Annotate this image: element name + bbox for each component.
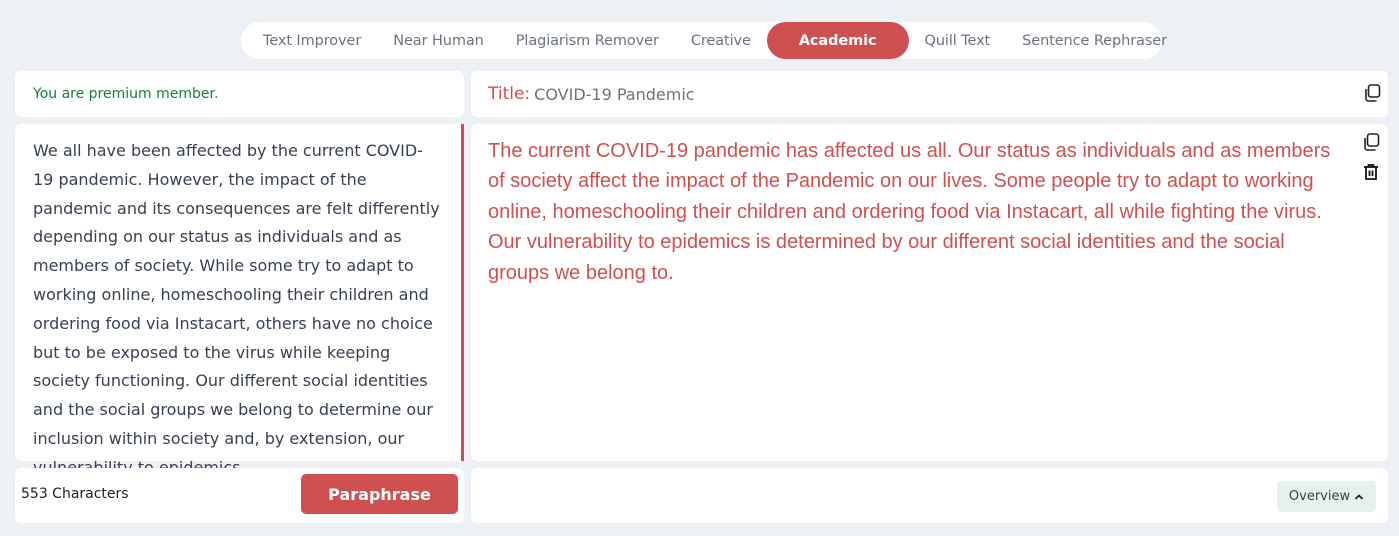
- overview-toggle-button[interactable]: Overview: [1277, 481, 1376, 512]
- output-text-area: The current COVID-19 pandemic has affect…: [471, 124, 1388, 461]
- copy-icon[interactable]: [1362, 83, 1382, 103]
- tab-academic[interactable]: Academic: [766, 22, 909, 59]
- tab-sentence-rephraser[interactable]: Sentence Rephraser: [1006, 22, 1183, 59]
- tab-creative[interactable]: Creative: [675, 22, 767, 59]
- premium-status-panel: You are premium member.: [15, 71, 464, 117]
- tab-near-human[interactable]: Near Human: [377, 22, 500, 59]
- output-footer: Overview: [471, 468, 1388, 523]
- character-count: 553 Characters: [21, 486, 129, 502]
- copy-icon[interactable]: [1361, 132, 1381, 152]
- title-label: Title:: [488, 84, 531, 104]
- input-text[interactable]: We all have been affected by the current…: [33, 137, 441, 483]
- premium-status-text: You are premium member.: [33, 86, 219, 102]
- input-footer: 553 Characters Paraphrase: [15, 468, 464, 523]
- tab-quill-text[interactable]: Quill Text: [909, 22, 1007, 59]
- chevron-up-icon: [1354, 493, 1364, 500]
- paraphrase-button[interactable]: Paraphrase: [301, 474, 458, 514]
- paraphrased-output-text: The current COVID-19 pandemic has affect…: [488, 140, 1331, 284]
- tab-text-improver[interactable]: Text Improver: [247, 22, 377, 59]
- tab-plagiarism-remover[interactable]: Plagiarism Remover: [500, 22, 675, 59]
- overview-label: Overview: [1288, 489, 1351, 504]
- trash-icon[interactable]: [1361, 162, 1381, 182]
- title-panel: Title: COVID-19 Pandemic: [471, 71, 1388, 117]
- input-text-area[interactable]: We all have been affected by the current…: [15, 124, 464, 477]
- title-value[interactable]: COVID-19 Pandemic: [534, 85, 694, 104]
- mode-tabs: Text Improver Near Human Plagiarism Remo…: [241, 22, 1167, 59]
